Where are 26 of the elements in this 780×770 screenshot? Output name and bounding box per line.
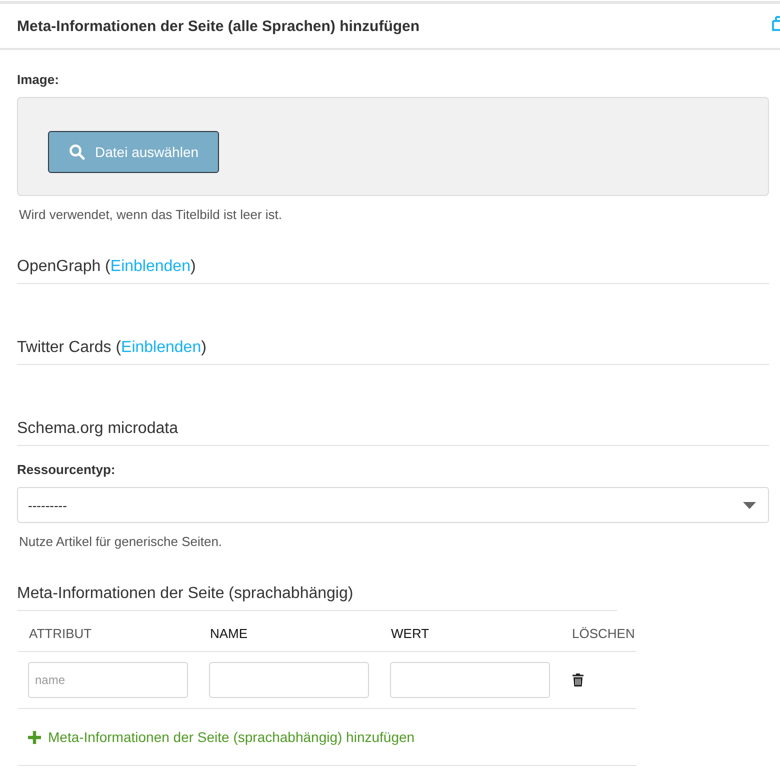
- search-icon: [69, 144, 85, 160]
- panel-title: Meta-Informationen der Seite (alle Sprachen) hinzufügen: [17, 18, 420, 34]
- help-text: Wird verwendet, wenn das Titelbild ist leer ist.: [18, 207, 283, 223]
- window-icon[interactable]: [772, 16, 780, 30]
- column-header: LÖSCHEN: [571, 626, 636, 642]
- show-link[interactable]: Einblenden: [121, 339, 202, 356]
- column-header: WERT: [390, 626, 430, 642]
- section-heading: Schema.org microdata: [17, 420, 178, 437]
- choose-file-button[interactable]: Datei auswählen: [48, 131, 219, 173]
- column-header: NAME: [209, 626, 249, 642]
- add-meta-link[interactable]: Meta-Informationen der Seite (sprachabhängig) hinzufügen: [48, 729, 415, 745]
- plus-icon: [28, 730, 41, 744]
- input-field[interactable]: [390, 662, 550, 698]
- input-field[interactable]: name: [28, 662, 188, 698]
- field-label: Image:: [17, 71, 60, 89]
- resource-type-select[interactable]: ---------: [17, 487, 769, 523]
- section-heading: Meta-Informationen der Seite (sprachabhängig): [17, 585, 354, 602]
- trash-icon[interactable]: [572, 673, 584, 687]
- column-header: ATTRIBUT: [28, 626, 93, 642]
- field-label: Ressourcentyp:: [17, 461, 116, 479]
- caret-icon: [743, 502, 756, 508]
- section-heading: OpenGraph (Einblenden): [17, 258, 196, 275]
- input-field[interactable]: [209, 662, 369, 698]
- show-link[interactable]: Einblenden: [110, 258, 190, 275]
- section-heading: Twitter Cards (Einblenden): [17, 339, 206, 356]
- help-text: Nutze Artikel für generische Seiten.: [18, 534, 224, 550]
